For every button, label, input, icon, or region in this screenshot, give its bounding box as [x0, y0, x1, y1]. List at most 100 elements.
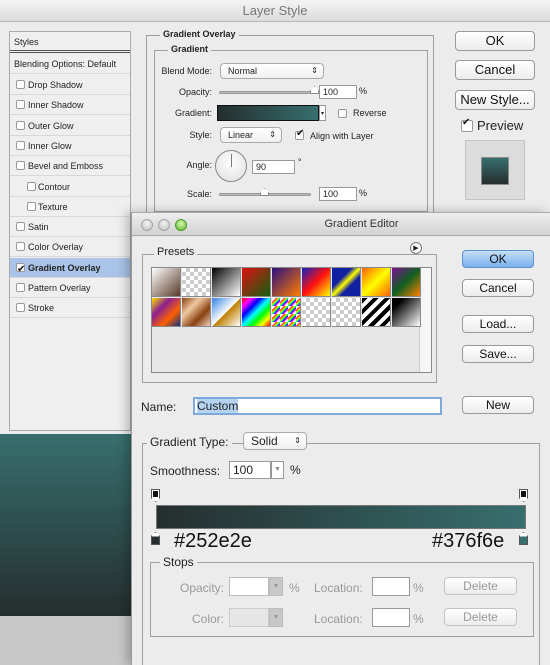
delete-opacity-stop-button[interactable]: Delete	[444, 577, 517, 595]
ok-button[interactable]: OK	[455, 31, 535, 51]
delete-color-stop-button[interactable]: Delete	[444, 608, 517, 626]
style-item-stroke[interactable]: Stroke	[10, 298, 130, 319]
opacity-label: Opacity:	[178, 87, 212, 97]
preview-checkbox[interactable]	[461, 117, 473, 132]
preset-swatch[interactable]	[242, 268, 271, 297]
degree-symbol: °	[298, 157, 302, 167]
style-checkbox[interactable]	[16, 120, 25, 130]
preset-swatch[interactable]	[272, 298, 301, 327]
style-item-inner-shadow[interactable]: Inner Shadow	[10, 95, 130, 116]
blend-mode-value: Normal	[228, 66, 258, 76]
zoom-button[interactable]	[175, 219, 187, 231]
color-location-label: Location:	[314, 612, 363, 626]
gradient-type-select[interactable]: Solid ⇕	[243, 432, 307, 450]
preset-swatch[interactable]	[302, 298, 331, 327]
reverse-checkbox[interactable]	[338, 109, 347, 118]
smoothness-input[interactable]: 100	[229, 461, 271, 479]
close-button[interactable]	[141, 219, 153, 231]
stop-opacity-percent: %	[289, 581, 300, 595]
style-item-label: Pattern Overlay	[28, 283, 91, 293]
save-button[interactable]: Save...	[462, 345, 534, 363]
style-checkbox[interactable]	[16, 100, 25, 110]
reverse-label: Reverse	[353, 108, 387, 118]
ge-ok-button[interactable]: OK	[462, 250, 534, 268]
preset-swatch[interactable]	[392, 298, 421, 327]
style-item-inner-glow[interactable]: Inner Glow	[10, 136, 130, 156]
new-style-button[interactable]: New Style...	[455, 90, 535, 110]
blending-options[interactable]: Blending Options: Default	[10, 54, 130, 74]
minimize-button[interactable]	[158, 219, 170, 231]
preset-swatch[interactable]	[212, 298, 241, 327]
preset-swatch[interactable]	[152, 298, 181, 327]
style-item-outer-glow[interactable]: Outer Glow	[10, 116, 130, 136]
style-item-gradient-overlay[interactable]: Gradient Overlay	[10, 257, 130, 280]
style-item-color-overlay[interactable]: Color Overlay	[10, 237, 130, 258]
style-checkbox[interactable]	[16, 161, 25, 171]
load-button[interactable]: Load...	[462, 315, 534, 333]
preset-swatch[interactable]	[242, 298, 271, 327]
align-with-layer-checkbox[interactable]	[295, 128, 304, 140]
preset-swatch[interactable]	[302, 268, 331, 297]
preset-swatch[interactable]	[392, 268, 421, 297]
stop-opacity-dropdown[interactable]: ▼	[269, 577, 283, 596]
color-location-input[interactable]	[372, 608, 410, 627]
blend-mode-select[interactable]: Normal ⇕	[220, 63, 324, 79]
opacity-location-input[interactable]	[372, 577, 410, 596]
preset-swatch[interactable]	[212, 268, 241, 297]
style-item-drop-shadow[interactable]: Drop Shadow	[10, 75, 130, 95]
ge-cancel-button[interactable]: Cancel	[462, 279, 534, 297]
smoothness-dropdown[interactable]: ▼	[271, 461, 284, 479]
cancel-button[interactable]: Cancel	[455, 60, 535, 80]
style-checkbox[interactable]	[27, 181, 36, 191]
style-checkbox[interactable]	[27, 201, 36, 211]
gradient-type-label: Gradient Type:	[147, 433, 232, 451]
angle-input[interactable]: 90	[252, 160, 295, 174]
stop-color-swatch[interactable]	[229, 608, 269, 627]
gradient-bar[interactable]	[156, 505, 526, 529]
canvas-background	[0, 616, 131, 665]
preset-swatch[interactable]	[362, 268, 391, 297]
preset-swatch[interactable]	[362, 298, 391, 327]
stop-color-dropdown[interactable]: ▼	[269, 608, 283, 627]
angle-label: Angle:	[186, 160, 212, 170]
opacity-slider[interactable]	[219, 91, 315, 94]
style-item-texture[interactable]: Texture	[10, 197, 130, 217]
preset-swatch[interactable]	[182, 268, 211, 297]
presets-menu-icon[interactable]: ▶	[410, 242, 422, 254]
name-value: Custom	[197, 399, 239, 413]
scale-input[interactable]: 100	[319, 187, 357, 201]
name-input[interactable]: Custom	[193, 397, 442, 415]
new-button[interactable]: New	[462, 396, 534, 414]
style-checkbox[interactable]	[16, 140, 25, 150]
name-label: Name:	[141, 400, 177, 414]
preset-swatch[interactable]	[332, 298, 361, 327]
preset-swatch[interactable]	[152, 268, 181, 297]
gradient-dropdown-arrow[interactable]: ▾	[319, 105, 326, 121]
style-item-contour[interactable]: Contour	[10, 177, 130, 197]
opacity-input[interactable]: 100	[319, 85, 357, 99]
style-item-satin[interactable]: Satin	[10, 217, 130, 238]
style-select[interactable]: Linear ⇕	[220, 127, 282, 143]
style-checkbox[interactable]	[16, 303, 25, 313]
style-item-bevel-and-emboss[interactable]: Bevel and Emboss	[10, 156, 130, 177]
styles-header[interactable]: Styles	[10, 32, 130, 53]
angle-dial[interactable]	[215, 150, 247, 182]
style-item-label: Texture	[38, 201, 68, 212]
style-item-label: Gradient Overlay	[28, 262, 101, 273]
preview-swatch	[481, 157, 509, 185]
style-checkbox[interactable]	[16, 222, 25, 232]
preset-swatch[interactable]	[332, 268, 361, 297]
align-with-layer-label: Align with Layer	[310, 131, 374, 141]
style-checkbox[interactable]	[16, 242, 25, 252]
style-item-label: Color Overlay	[28, 242, 84, 253]
style-checkbox[interactable]	[16, 80, 25, 89]
style-item-pattern-overlay[interactable]: Pattern Overlay	[10, 278, 130, 298]
preset-swatch[interactable]	[272, 268, 301, 297]
style-checkbox[interactable]	[16, 260, 25, 280]
preset-swatch[interactable]	[182, 298, 211, 327]
style-checkbox[interactable]	[16, 283, 25, 292]
stop-opacity-input[interactable]	[229, 577, 269, 596]
opacity-location-percent: %	[413, 581, 424, 595]
layer-style-titlebar: Layer Style	[0, 0, 550, 22]
gradient-picker[interactable]	[217, 105, 319, 121]
